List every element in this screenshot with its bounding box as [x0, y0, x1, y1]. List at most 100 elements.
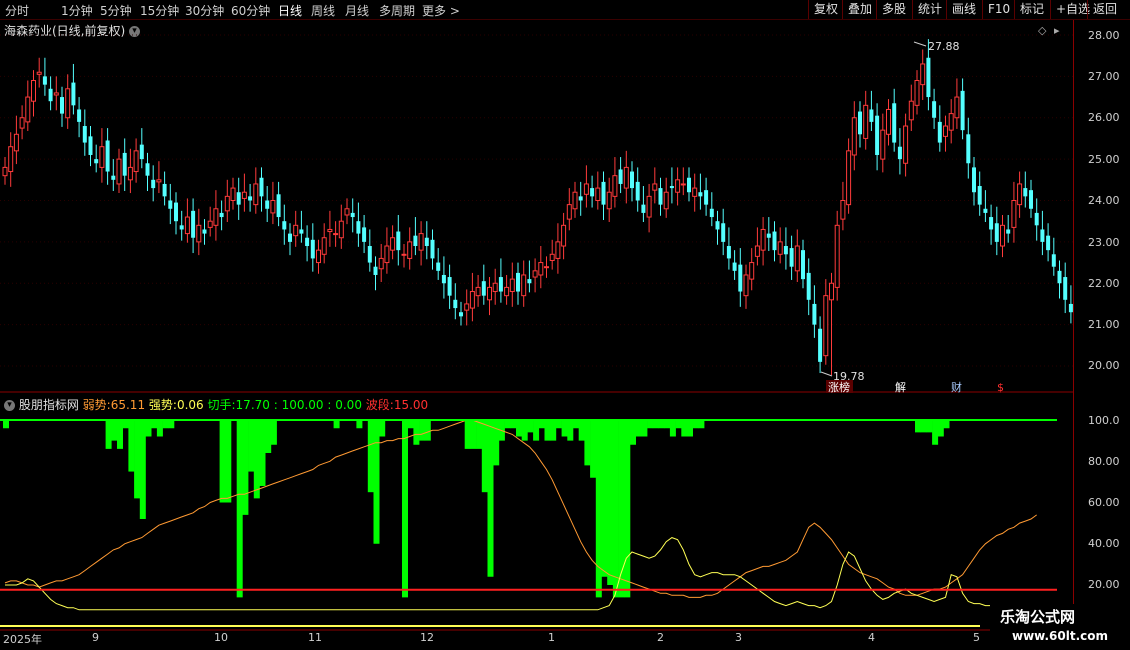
candle-body — [783, 246, 788, 255]
indicator-bar — [932, 420, 939, 445]
candle-body — [972, 167, 976, 193]
x-label-12: 12 — [420, 631, 434, 644]
candle-body — [401, 253, 407, 256]
candle-body — [983, 208, 988, 213]
watermark-line2: www.60lt.com — [1012, 629, 1109, 643]
candle-body — [806, 272, 811, 300]
indicator-bar — [538, 420, 545, 429]
x-label-2025: 2025年 — [3, 633, 42, 646]
candle-body — [1063, 277, 1068, 300]
indicator-bar — [225, 420, 232, 503]
candle-body — [179, 225, 184, 230]
low-pointer — [820, 371, 833, 377]
candle-body — [1006, 229, 1011, 234]
diamond-icon[interactable]: ◇ — [1038, 24, 1047, 37]
candle-body — [8, 146, 14, 173]
candle-body — [1040, 229, 1045, 242]
event-tag-unlock[interactable]: 解 — [895, 380, 906, 394]
candle-body — [1023, 188, 1028, 197]
candle-body — [721, 223, 726, 242]
candle-body — [606, 191, 612, 210]
candle-body — [453, 299, 458, 309]
candle-body — [777, 241, 783, 255]
candle-body — [943, 125, 948, 137]
indicator-bar — [658, 420, 665, 429]
candle-body — [174, 202, 178, 222]
expand-arrow-icon[interactable]: ▸ — [1054, 24, 1060, 37]
chart-canvas[interactable]: 27.88 19.78 涨榜 解 财 $ ◇ ▸ — [0, 0, 1130, 650]
event-tag-finance[interactable]: 财 — [951, 380, 962, 394]
indicator-bar — [561, 420, 568, 437]
candle-body — [82, 126, 87, 143]
candle-body — [641, 204, 646, 213]
candle-body — [743, 274, 749, 297]
candle-body — [966, 134, 971, 164]
indicator-bar — [242, 420, 249, 515]
candle-body — [863, 104, 869, 139]
candle-body — [532, 270, 538, 278]
candle-body — [875, 115, 880, 155]
candle-body — [669, 186, 674, 189]
indicator-bar — [555, 420, 562, 429]
candle-body — [19, 117, 25, 129]
event-tag-limit-up[interactable]: 涨榜 — [828, 380, 850, 394]
indicator-bar — [510, 420, 517, 429]
candle-body — [709, 208, 714, 218]
indicator-bar — [687, 420, 693, 437]
candle-body — [732, 262, 737, 271]
candle-body — [612, 175, 618, 197]
candle-body — [88, 136, 93, 155]
indicator-bar — [607, 420, 614, 585]
indicator-bar — [219, 420, 226, 503]
indicator-bar — [601, 420, 608, 577]
candle-body — [481, 281, 486, 296]
candle-body — [675, 179, 681, 193]
grid — [0, 34, 1073, 367]
candle-body — [333, 233, 339, 236]
candle-body — [846, 150, 852, 206]
event-tag-dividend[interactable]: $ — [997, 381, 1004, 394]
candle-body — [60, 97, 64, 114]
candle-body — [1000, 224, 1005, 247]
indicator-bar — [464, 420, 471, 449]
candle-body — [282, 221, 287, 230]
candle-body — [111, 175, 116, 180]
candle-body — [521, 274, 527, 297]
candle-body — [623, 166, 629, 189]
indicator-bar — [379, 420, 386, 437]
indicator-bar — [675, 420, 682, 429]
candle-body — [362, 227, 367, 242]
indicator-bar — [669, 420, 676, 437]
candle-body — [1011, 200, 1017, 228]
high-pointer — [913, 41, 927, 47]
candle-body — [527, 279, 532, 284]
indicator-bar — [527, 420, 534, 433]
x-label-5: 5 — [973, 631, 980, 644]
candle-body — [812, 303, 817, 325]
candle-body — [276, 194, 281, 218]
candle-body — [2, 166, 8, 177]
candle-body — [760, 228, 766, 251]
candle-body — [270, 200, 276, 214]
candle-body — [920, 63, 926, 86]
candle-body — [601, 181, 606, 205]
candle-body — [738, 264, 743, 292]
candle-body — [926, 57, 931, 98]
candle-body — [487, 286, 492, 301]
candle-body — [253, 183, 259, 206]
candle-body — [191, 210, 196, 238]
candle-body — [441, 274, 446, 284]
candle-body — [31, 80, 36, 102]
indicator-bar — [122, 420, 129, 429]
candle-body — [516, 272, 520, 292]
candle-body — [492, 282, 498, 293]
candle-body — [954, 96, 960, 119]
indicator-bar — [578, 420, 585, 441]
candle-body — [834, 224, 840, 288]
indicator-bar — [134, 420, 141, 499]
indicator-bar — [168, 420, 175, 429]
indicator-bar — [253, 420, 260, 499]
candle-body — [299, 229, 304, 234]
candle-body — [310, 239, 315, 259]
candle-body — [53, 92, 59, 96]
